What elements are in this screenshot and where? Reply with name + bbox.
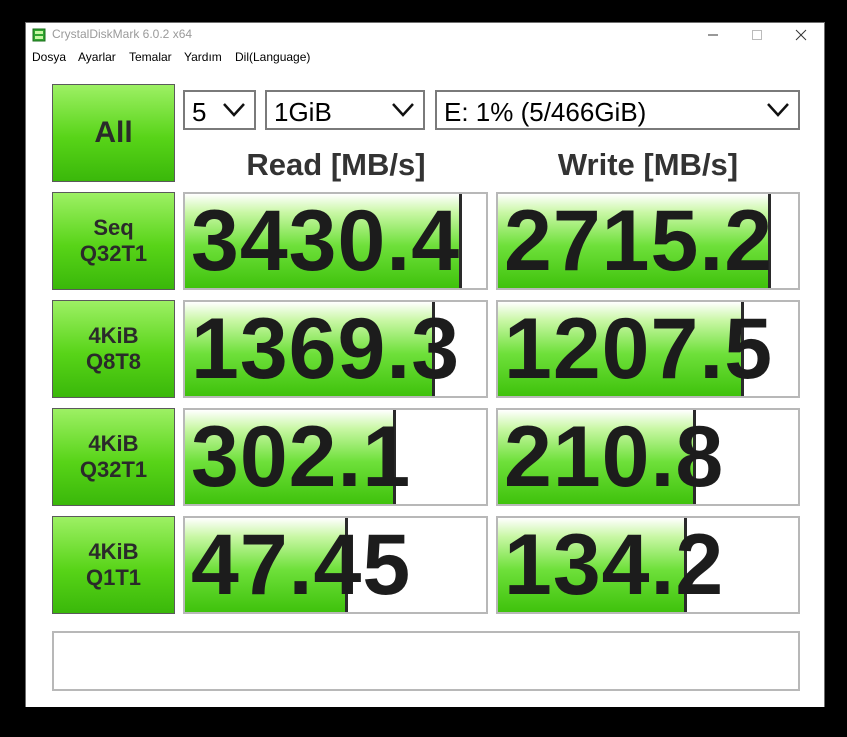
chevron-down-icon: [392, 103, 414, 117]
size-select[interactable]: 1GiB: [265, 90, 425, 130]
read-value: 1369.3: [191, 301, 461, 397]
test-4kib-q8t8-button[interactable]: 4KiB Q8T8: [52, 300, 175, 398]
drive-value: E: 1% (5/466GiB): [444, 97, 647, 127]
result-write-4kib-q8t8: 1207.5: [496, 300, 800, 398]
read-value: 3430.4: [191, 193, 461, 289]
menu-bar: Dosya Ayarlar Temalar Yardım Dil(Languag…: [26, 47, 824, 67]
test-seq-q32t1-button[interactable]: Seq Q32T1: [52, 192, 175, 290]
main-panel: All 5 1GiB E: 1% (5/466GiB) Read [MB/s] …: [26, 67, 824, 707]
size-value: 1GiB: [274, 97, 332, 127]
menu-language[interactable]: Dil(Language): [235, 50, 310, 64]
maximize-button[interactable]: [735, 23, 779, 47]
count-value: 5: [192, 97, 207, 127]
write-value: 1207.5: [504, 301, 774, 397]
menu-yardim[interactable]: Yardım: [184, 50, 222, 64]
menu-ayarlar[interactable]: Ayarlar: [78, 50, 116, 64]
result-read-seq-q32t1: 3430.4: [183, 192, 488, 290]
count-select[interactable]: 5: [183, 90, 256, 130]
app-icon: [32, 28, 46, 42]
result-read-4kib-q8t8: 1369.3: [183, 300, 488, 398]
chevron-down-icon: [767, 103, 789, 117]
result-read-4kib-q32t1: 302.1: [183, 408, 488, 506]
all-button[interactable]: All: [52, 84, 175, 182]
menu-dosya[interactable]: Dosya: [32, 50, 66, 64]
read-value: 47.45: [191, 517, 412, 613]
title-bar[interactable]: CrystalDiskMark 6.0.2 x64: [26, 23, 824, 47]
test-4kib-q32t1-button[interactable]: 4KiB Q32T1: [52, 408, 175, 506]
chevron-down-icon: [223, 103, 245, 117]
minimize-button[interactable]: [691, 23, 735, 47]
window-title: CrystalDiskMark 6.0.2 x64: [52, 27, 193, 41]
menu-temalar[interactable]: Temalar: [129, 50, 172, 64]
write-value: 134.2: [504, 517, 725, 613]
maximize-icon: [752, 30, 762, 40]
minimize-icon: [708, 34, 718, 36]
close-button[interactable]: [779, 23, 823, 47]
read-value: 302.1: [191, 409, 412, 505]
result-write-4kib-q32t1: 210.8: [496, 408, 800, 506]
close-icon: [795, 29, 807, 41]
app-window: CrystalDiskMark 6.0.2 x64 Dosya Ayarlar …: [25, 22, 825, 707]
result-read-4kib-q1t1: 47.45: [183, 516, 488, 614]
write-value: 210.8: [504, 409, 725, 505]
result-write-4kib-q1t1: 134.2: [496, 516, 800, 614]
test-4kib-q1t1-button[interactable]: 4KiB Q1T1: [52, 516, 175, 614]
write-header: Write [MB/s]: [557, 147, 739, 182]
drive-select[interactable]: E: 1% (5/466GiB): [435, 90, 800, 130]
write-value: 2715.2: [504, 193, 774, 289]
result-write-seq-q32t1: 2715.2: [496, 192, 800, 290]
comment-box[interactable]: [52, 631, 800, 691]
read-header: Read [MB/s]: [246, 147, 426, 182]
